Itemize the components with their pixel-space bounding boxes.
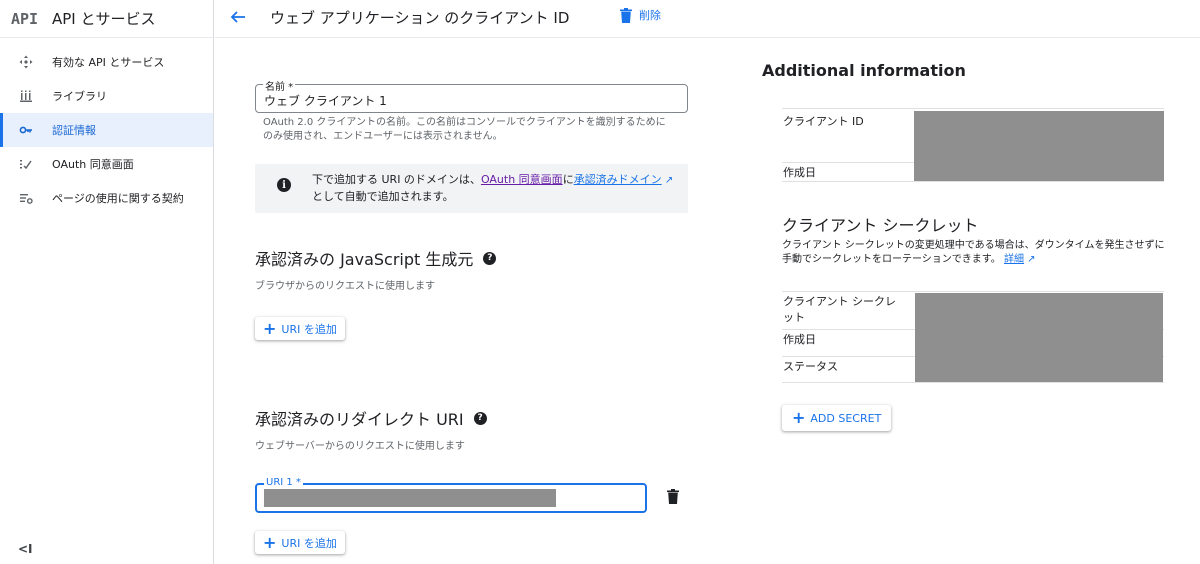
trash-icon xyxy=(620,7,632,23)
library-icon xyxy=(18,88,34,104)
add-redirect-uri-button[interactable]: + URI を追加 xyxy=(255,531,345,554)
settings-list-icon xyxy=(18,190,34,206)
back-button[interactable] xyxy=(229,8,249,28)
plus-icon: + xyxy=(263,318,277,338)
redacted-client-info xyxy=(914,111,1164,181)
help-icon[interactable]: ? xyxy=(483,251,497,265)
details-link[interactable]: 詳細 xyxy=(1004,254,1024,265)
redacted-secret-info xyxy=(915,293,1163,382)
info-icon: i xyxy=(277,178,291,192)
trash-icon xyxy=(667,489,679,504)
sidebar-item-library[interactable]: ライブラリ xyxy=(0,79,213,113)
plus-icon: + xyxy=(792,408,806,427)
arrow-left-icon xyxy=(230,11,245,23)
sidebar: API API とサービス 有効な API とサービス ライブラリ 認証情報 O… xyxy=(0,0,214,564)
js-origins-hint: ブラウザからのリクエストに使用します xyxy=(255,281,435,292)
sidebar-title: API とサービス xyxy=(52,10,156,28)
info-text: 下で追加する URI のドメインは、OAuth 同意画面に承認済みドメイン ↗ … xyxy=(312,173,674,203)
plus-icon: + xyxy=(263,532,277,552)
sidebar-item-enabled-apis[interactable]: 有効な API とサービス xyxy=(0,45,213,79)
redacted-uri-value xyxy=(264,489,556,507)
external-link-icon: ↗ xyxy=(1024,254,1036,265)
top-bar: ウェブ アプリケーション のクライアント ID 削除 xyxy=(215,0,1200,38)
help-icon[interactable]: ? xyxy=(473,411,487,425)
sidebar-item-credentials[interactable]: 認証情報 xyxy=(0,113,213,147)
collapse-sidebar-button[interactable]: <I xyxy=(18,542,33,556)
sidebar-item-label: 認証情報 xyxy=(52,124,96,137)
api-logo: API xyxy=(11,9,39,28)
oauth-consent-link[interactable]: OAuth 同意画面 xyxy=(481,173,563,186)
client-secret-title: クライアント シークレット xyxy=(782,216,979,235)
sidebar-item-oauth-consent[interactable]: OAuth 同意画面 xyxy=(0,147,213,181)
sidebar-item-page-agreements[interactable]: ページの使用に関する契約 xyxy=(0,181,213,215)
secret-created-key: 作成日 xyxy=(783,333,816,346)
js-origins-title: 承認済みの JavaScript 生成元 ? xyxy=(255,246,497,270)
client-info-table: クライアント ID 作成日 xyxy=(782,108,1164,182)
redirect-uris-hint: ウェブサーバーからのリクエストに使用します xyxy=(255,441,465,452)
key-icon xyxy=(18,122,34,138)
name-field-value: ウェブ クライアント 1 xyxy=(264,94,387,108)
sidebar-header: API API とサービス xyxy=(0,0,213,38)
authorized-domains-link[interactable]: 承認済みドメイン xyxy=(574,173,662,186)
add-js-origin-button[interactable]: + URI を追加 xyxy=(255,317,345,340)
name-hint: OAuth 2.0 クライアントの名前。この名前はコンソールでクライアントを識別… xyxy=(263,117,666,142)
client-id-key: クライアント ID xyxy=(783,115,864,128)
name-field-label: 名前 * xyxy=(263,78,296,93)
client-secret-description: クライアント シークレットの変更処理中である場合は、ダウンタイムを発生させずに手… xyxy=(782,240,1165,265)
delete-button[interactable]: 削除 xyxy=(620,7,661,23)
sidebar-nav: 有効な API とサービス ライブラリ 認証情報 OAuth 同意画面 ページの… xyxy=(0,45,213,215)
sidebar-item-label: 有効な API とサービス xyxy=(52,56,165,69)
sidebar-item-label: ページの使用に関する契約 xyxy=(52,192,184,205)
consent-icon xyxy=(18,156,34,172)
additional-info-title: Additional information xyxy=(762,61,966,80)
name-field[interactable]: 名前 * ウェブ クライアント 1 xyxy=(255,78,688,113)
add-secret-button[interactable]: + ADD SECRET xyxy=(782,405,892,431)
diamond-arrows-icon xyxy=(18,54,34,70)
uri-1-label: URI 1 * xyxy=(264,477,303,488)
delete-uri-button[interactable] xyxy=(667,489,681,505)
status-key: ステータス xyxy=(783,360,838,373)
external-link-icon: ↗ xyxy=(661,175,674,186)
sidebar-item-label: ライブラリ xyxy=(52,90,107,103)
info-notice: i 下で追加する URI のドメインは、OAuth 同意画面に承認済みドメイン … xyxy=(255,164,688,213)
client-secret-key: クライアント シークレ ット xyxy=(783,295,897,324)
delete-label: 削除 xyxy=(639,9,661,22)
sidebar-item-label: OAuth 同意画面 xyxy=(52,158,134,171)
redirect-uri-1-input[interactable]: URI 1 * xyxy=(255,477,647,513)
client-secret-table: クライアント シークレ ット 作成日 ステータス xyxy=(782,291,1164,383)
redirect-uris-title: 承認済みのリダイレクト URI ? xyxy=(255,406,487,430)
page-title: ウェブ アプリケーション のクライアント ID xyxy=(270,9,570,27)
created-key: 作成日 xyxy=(783,166,816,179)
